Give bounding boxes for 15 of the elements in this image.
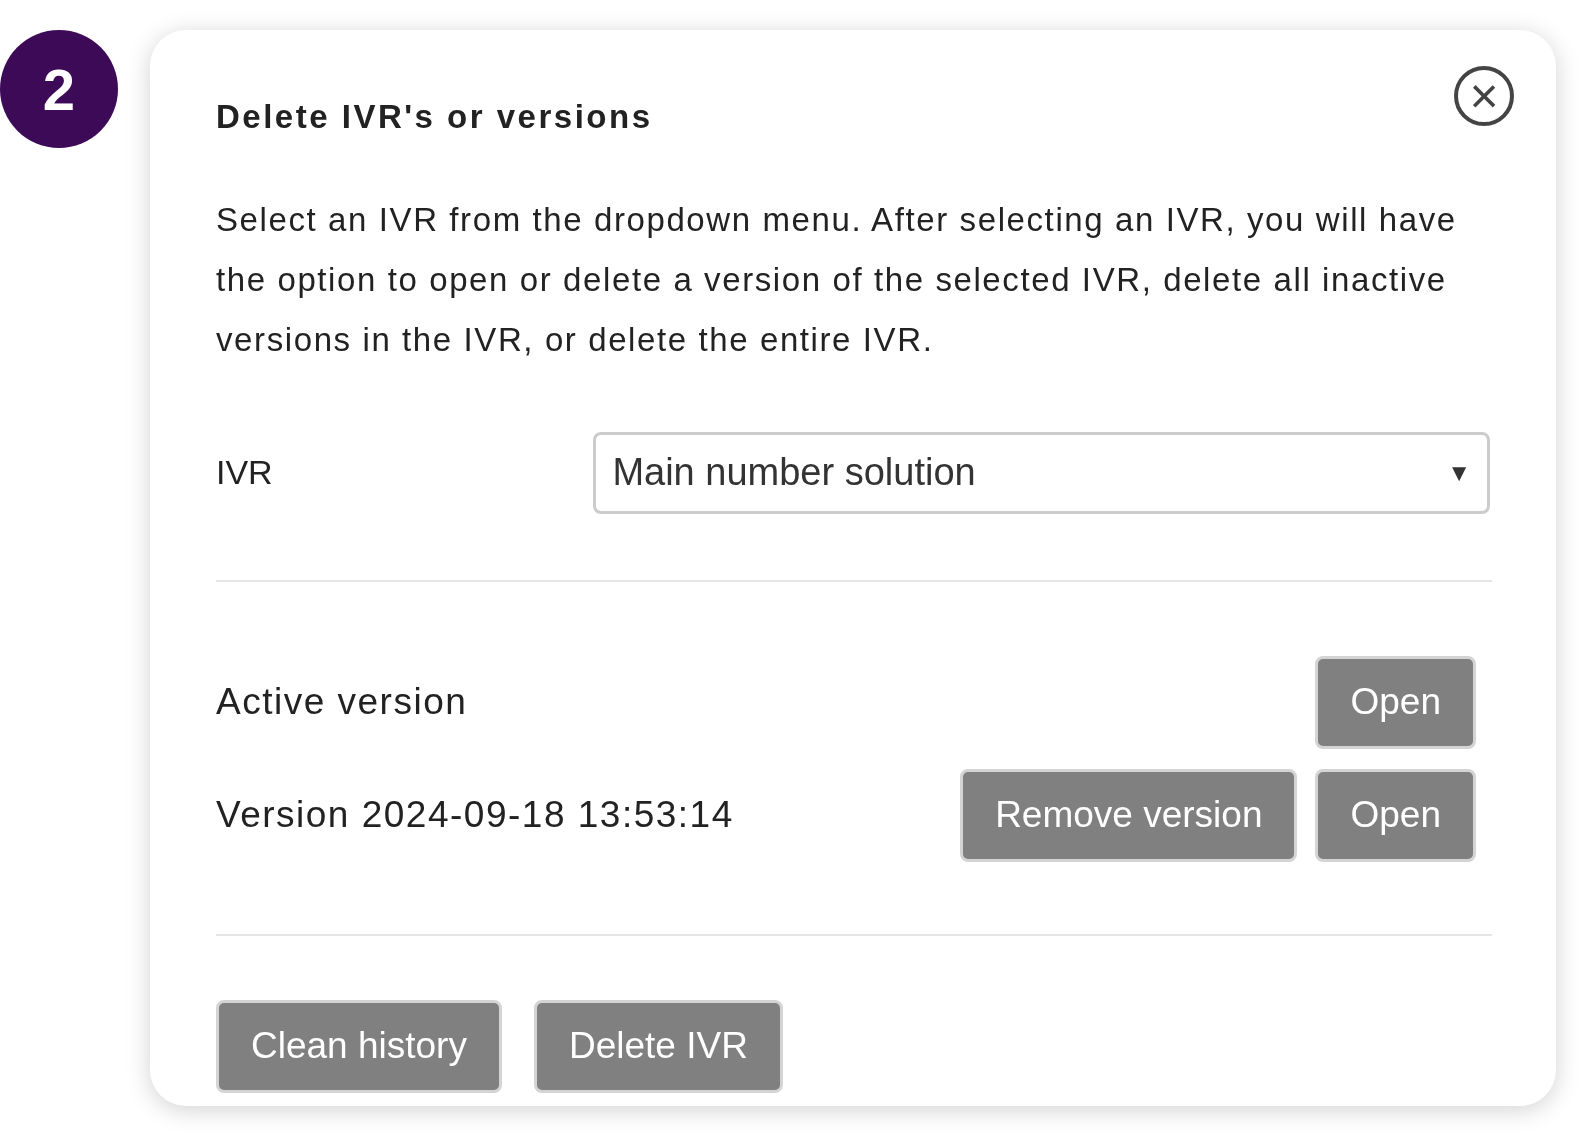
version-label: Active version — [216, 680, 468, 725]
action-button[interactable]: Clean history — [216, 999, 502, 1093]
dialog-title: Delete IVR's or versions — [216, 97, 653, 137]
step-badge: 2 — [0, 30, 118, 148]
version-button[interactable]: Open — [1315, 768, 1476, 862]
close-button[interactable]: × — [1454, 66, 1514, 126]
version-button[interactable]: Open — [1315, 655, 1476, 749]
dropdown-value: Main number solution — [612, 450, 976, 495]
version-label: Version 2024-09-18 13:53:14 — [216, 793, 734, 838]
dropdown-arrow: ▼ — [1447, 457, 1471, 488]
ivr-dropdown[interactable]: Main number solution ▼ — [593, 431, 1490, 514]
action-button[interactable]: Delete IVR — [533, 999, 783, 1093]
description-text: Select an IVR from the dropdown menu. After selecting an IVR, you will have the option to open or delete a version of the selected IVR, delete all inactive versions in the IVR, or delete the entire IVR. — [216, 199, 1458, 360]
field-label: IVR — [216, 452, 274, 493]
version-button[interactable]: Remove version — [960, 768, 1298, 862]
